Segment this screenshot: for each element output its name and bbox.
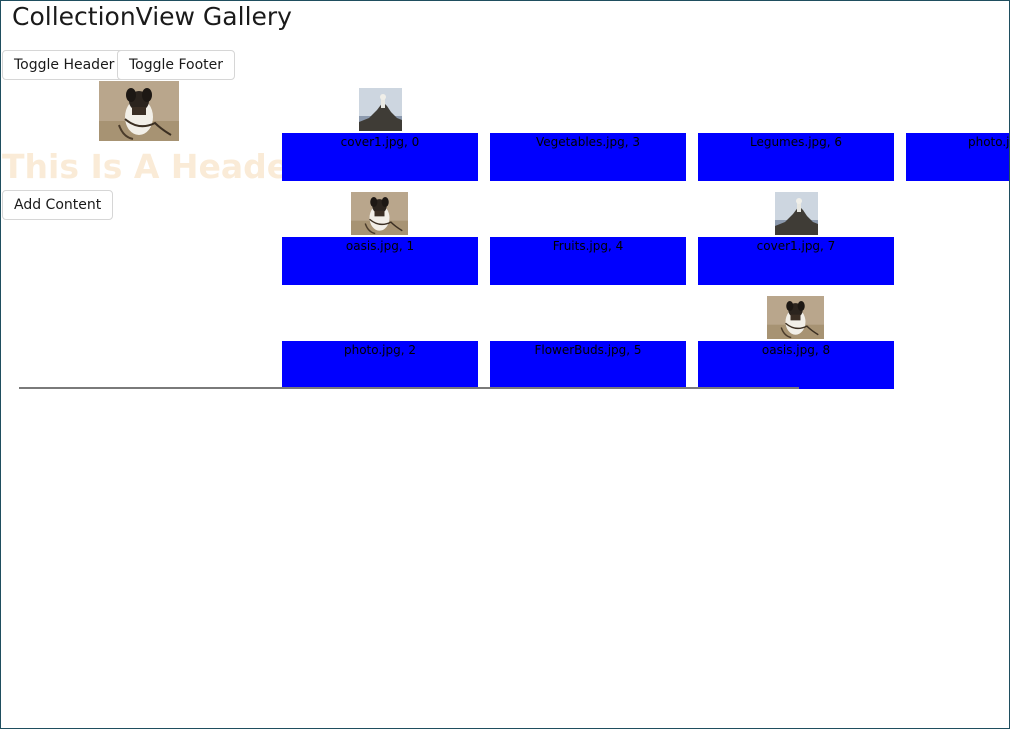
- item-label: Legumes.jpg, 6: [698, 133, 894, 181]
- item-label: Vegetables.jpg, 3: [490, 133, 686, 181]
- toggle-footer-button[interactable]: Toggle Footer: [117, 50, 236, 80]
- cliff-thumbnail: [775, 192, 818, 239]
- item-label: oasis.jpg, 8: [698, 341, 894, 389]
- dog-thumbnail: [350, 191, 409, 239]
- footer-divider: [19, 387, 799, 389]
- page-title: CollectionView Gallery: [12, 2, 292, 31]
- item-label: photo.jpg, 2: [282, 341, 478, 389]
- item-label: FlowerBuds.jpg, 5: [490, 341, 686, 389]
- item-label: oasis.jpg, 1: [282, 237, 478, 285]
- item-label: cover1.jpg, 7: [698, 237, 894, 285]
- item-label: cover1.jpg, 0: [282, 133, 478, 181]
- toggle-header-button[interactable]: Toggle Header: [2, 50, 127, 80]
- app-window: CollectionView Gallery Toggle Header Tog…: [0, 0, 1010, 729]
- add-content-button[interactable]: Add Content: [2, 190, 114, 220]
- item-label: Fruits.jpg, 4: [490, 237, 686, 285]
- cliff-thumbnail: [359, 88, 402, 135]
- header-image: [98, 80, 180, 142]
- header-text: This Is A Header: [2, 147, 306, 186]
- collection-item[interactable]: photo.jpg, 9: [906, 88, 1009, 181]
- dog-thumbnail: [766, 295, 825, 343]
- item-label: photo.jpg, 9: [906, 133, 1009, 181]
